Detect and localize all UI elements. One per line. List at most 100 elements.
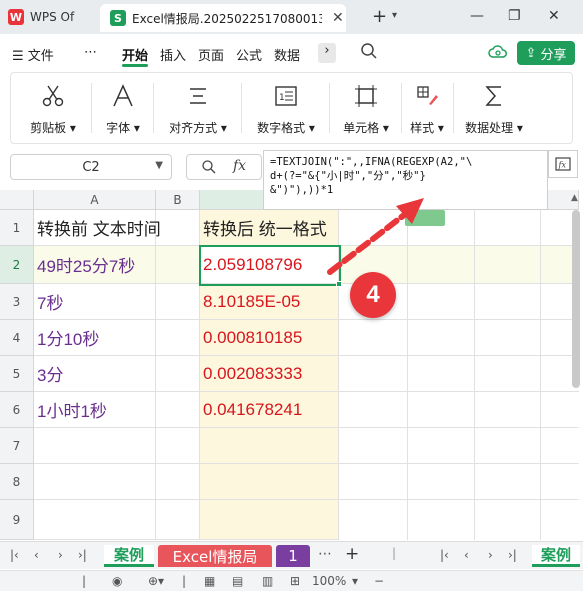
cell-c8[interactable] [200, 464, 339, 500]
column-header-a[interactable]: A [34, 190, 156, 210]
more-menu-icon[interactable]: ⋯ [84, 45, 97, 60]
row-header-8[interactable]: 8 [0, 464, 34, 500]
sheet-tab-excel-intel[interactable]: Excel情报局 [158, 545, 272, 567]
normal-view-icon[interactable]: ▦ [204, 574, 215, 588]
cell-b7[interactable] [156, 428, 200, 464]
menu-tab-formula[interactable]: 公式 [236, 45, 262, 64]
menu-tab-insert[interactable]: 插入 [160, 45, 186, 64]
view-mode-icon[interactable]: ⊕▾ [148, 574, 164, 588]
cell-b3[interactable] [156, 284, 200, 320]
row-header-6[interactable]: 6 [0, 392, 34, 428]
cell-c7[interactable] [200, 428, 339, 464]
hscroll-right-icon[interactable]: › [488, 548, 493, 562]
sheet-tab-case-right[interactable]: 案例 [532, 545, 580, 567]
fill-handle[interactable] [336, 281, 342, 287]
close-window-button[interactable]: ✕ [548, 8, 560, 24]
row-header-9[interactable]: 9 [0, 500, 34, 540]
new-tab-button[interactable]: + [372, 6, 387, 27]
cell-b8[interactable] [156, 464, 200, 500]
add-sheet-button[interactable]: + [345, 544, 359, 564]
cell-a2[interactable]: 49时25分7秒 [34, 246, 156, 284]
prev-sheet-icon[interactable]: ‹ [34, 548, 39, 562]
cell-a5[interactable]: 3分 [34, 356, 156, 392]
file-menu-label: 文件 [27, 49, 54, 64]
row-header-4[interactable]: 4 [0, 320, 34, 356]
cell-a8[interactable] [34, 464, 156, 500]
cell-a7[interactable] [34, 428, 156, 464]
cell-a4[interactable]: 1分10秒 [34, 320, 156, 356]
ribbon-number-format[interactable]: 1 数字格式 ▾ [245, 73, 327, 143]
cell-c4[interactable]: 0.000810185 [200, 320, 339, 356]
vertical-scrollbar[interactable] [572, 210, 580, 388]
close-tab-icon[interactable]: ✕ [332, 10, 344, 26]
scroll-up-icon[interactable]: ▲ [571, 193, 578, 203]
column-header-b[interactable]: B [156, 190, 200, 210]
ribbon-data-processing[interactable]: 数据处理 ▾ [457, 73, 531, 143]
insert-function-button[interactable]: fx [233, 158, 246, 174]
reading-mode-icon[interactable]: ⊞ [290, 574, 300, 588]
row-header-3[interactable]: 3 [0, 284, 34, 320]
page-break-icon[interactable]: ▥ [262, 574, 273, 588]
page-layout-icon[interactable]: ▤ [232, 574, 243, 588]
ribbon-font[interactable]: 字体 ▾ [95, 73, 151, 143]
gridline [339, 463, 579, 464]
menu-overflow-button[interactable]: › [318, 43, 336, 63]
cell-c5[interactable]: 0.002083333 [200, 356, 339, 392]
zoom-level[interactable]: 100% [312, 574, 346, 588]
cell-b6[interactable] [156, 392, 200, 428]
cell-b9[interactable] [156, 500, 200, 540]
cell-c1[interactable]: 转换后 统一格式 [200, 210, 339, 246]
zoom-dropdown-icon[interactable]: ▾ [352, 574, 358, 588]
more-sheets-icon[interactable]: ⋯ [318, 546, 332, 562]
cell-a9[interactable] [34, 500, 156, 540]
last-sheet-icon[interactable]: ›| [78, 548, 87, 562]
menu-tab-page[interactable]: 页面 [198, 45, 224, 64]
sheet-tab-case[interactable]: 案例 [104, 545, 154, 567]
name-box[interactable]: C2 ▼ [10, 154, 172, 180]
first-sheet-icon[interactable]: |‹ [10, 548, 19, 562]
document-tab[interactable]: S Excel情报局.2025022517080013 ✕ [100, 4, 346, 32]
select-all-corner[interactable] [0, 190, 34, 210]
style-brush-icon [415, 81, 439, 111]
file-menu[interactable]: ☰ 文件 [12, 45, 54, 64]
wps-home-tab[interactable]: W WPS Of [8, 6, 94, 28]
cell-a3[interactable]: 7秒 [34, 284, 156, 320]
minimize-button[interactable]: — [470, 8, 484, 24]
cell-b1[interactable] [156, 210, 200, 246]
chevron-down-icon[interactable]: ▼ [155, 160, 163, 171]
search-icon[interactable] [360, 42, 378, 63]
restore-button[interactable]: ❐ [508, 8, 521, 24]
hscroll-left-icon[interactable]: ‹ [464, 548, 469, 562]
share-button[interactable]: ⇪ 分享 [517, 41, 575, 65]
next-sheet-icon[interactable]: › [58, 548, 63, 562]
cell-b2[interactable] [156, 246, 200, 284]
zoom-search-icon[interactable] [201, 159, 217, 178]
eye-protection-icon[interactable]: ◉ [112, 574, 122, 588]
menu-tab-home[interactable]: 开始 [122, 45, 148, 64]
menu-tab-data[interactable]: 数据 [274, 45, 300, 64]
cloud-sync-icon[interactable] [488, 43, 508, 64]
ribbon-cells[interactable]: 单元格 ▾ [333, 73, 399, 143]
new-tab-dropdown-icon[interactable]: ▾ [392, 10, 397, 21]
hscroll-first-icon[interactable]: |‹ [440, 548, 449, 562]
cell-c6[interactable]: 0.041678241 [200, 392, 339, 428]
cell-a6[interactable]: 1小时1秒 [34, 392, 156, 428]
formula-input[interactable]: =TEXTJOIN(":",,IFNA(REGEXP(A2,"\ d+(?="&{… [263, 150, 548, 210]
formula-expand-button[interactable]: fx [548, 150, 578, 178]
ribbon-style[interactable]: 样式 ▾ [403, 73, 451, 143]
zoom-out-button[interactable]: − [374, 574, 384, 588]
ribbon-clipboard[interactable]: 剪贴板 ▾ [17, 73, 89, 143]
ribbon-alignment[interactable]: 对齐方式 ▾ [157, 73, 239, 143]
cell-c9[interactable] [200, 500, 339, 540]
cell-c3[interactable]: 8.10185E-05 [200, 284, 339, 320]
row-header-7[interactable]: 7 [0, 428, 34, 464]
cell-b4[interactable] [156, 320, 200, 356]
cell-b5[interactable] [156, 356, 200, 392]
spreadsheet-grid: A B C 1 2 3 4 5 6 7 8 9 转换前 文本时间 转换后 统一格… [0, 190, 583, 540]
row-header-1[interactable]: 1 [0, 210, 34, 246]
cell-a1[interactable]: 转换前 文本时间 [34, 210, 161, 246]
row-header-2[interactable]: 2 [0, 246, 34, 284]
sheet-tab-1[interactable]: 1 [276, 545, 310, 567]
row-header-5[interactable]: 5 [0, 356, 34, 392]
hscroll-last-icon[interactable]: ›| [508, 548, 517, 562]
